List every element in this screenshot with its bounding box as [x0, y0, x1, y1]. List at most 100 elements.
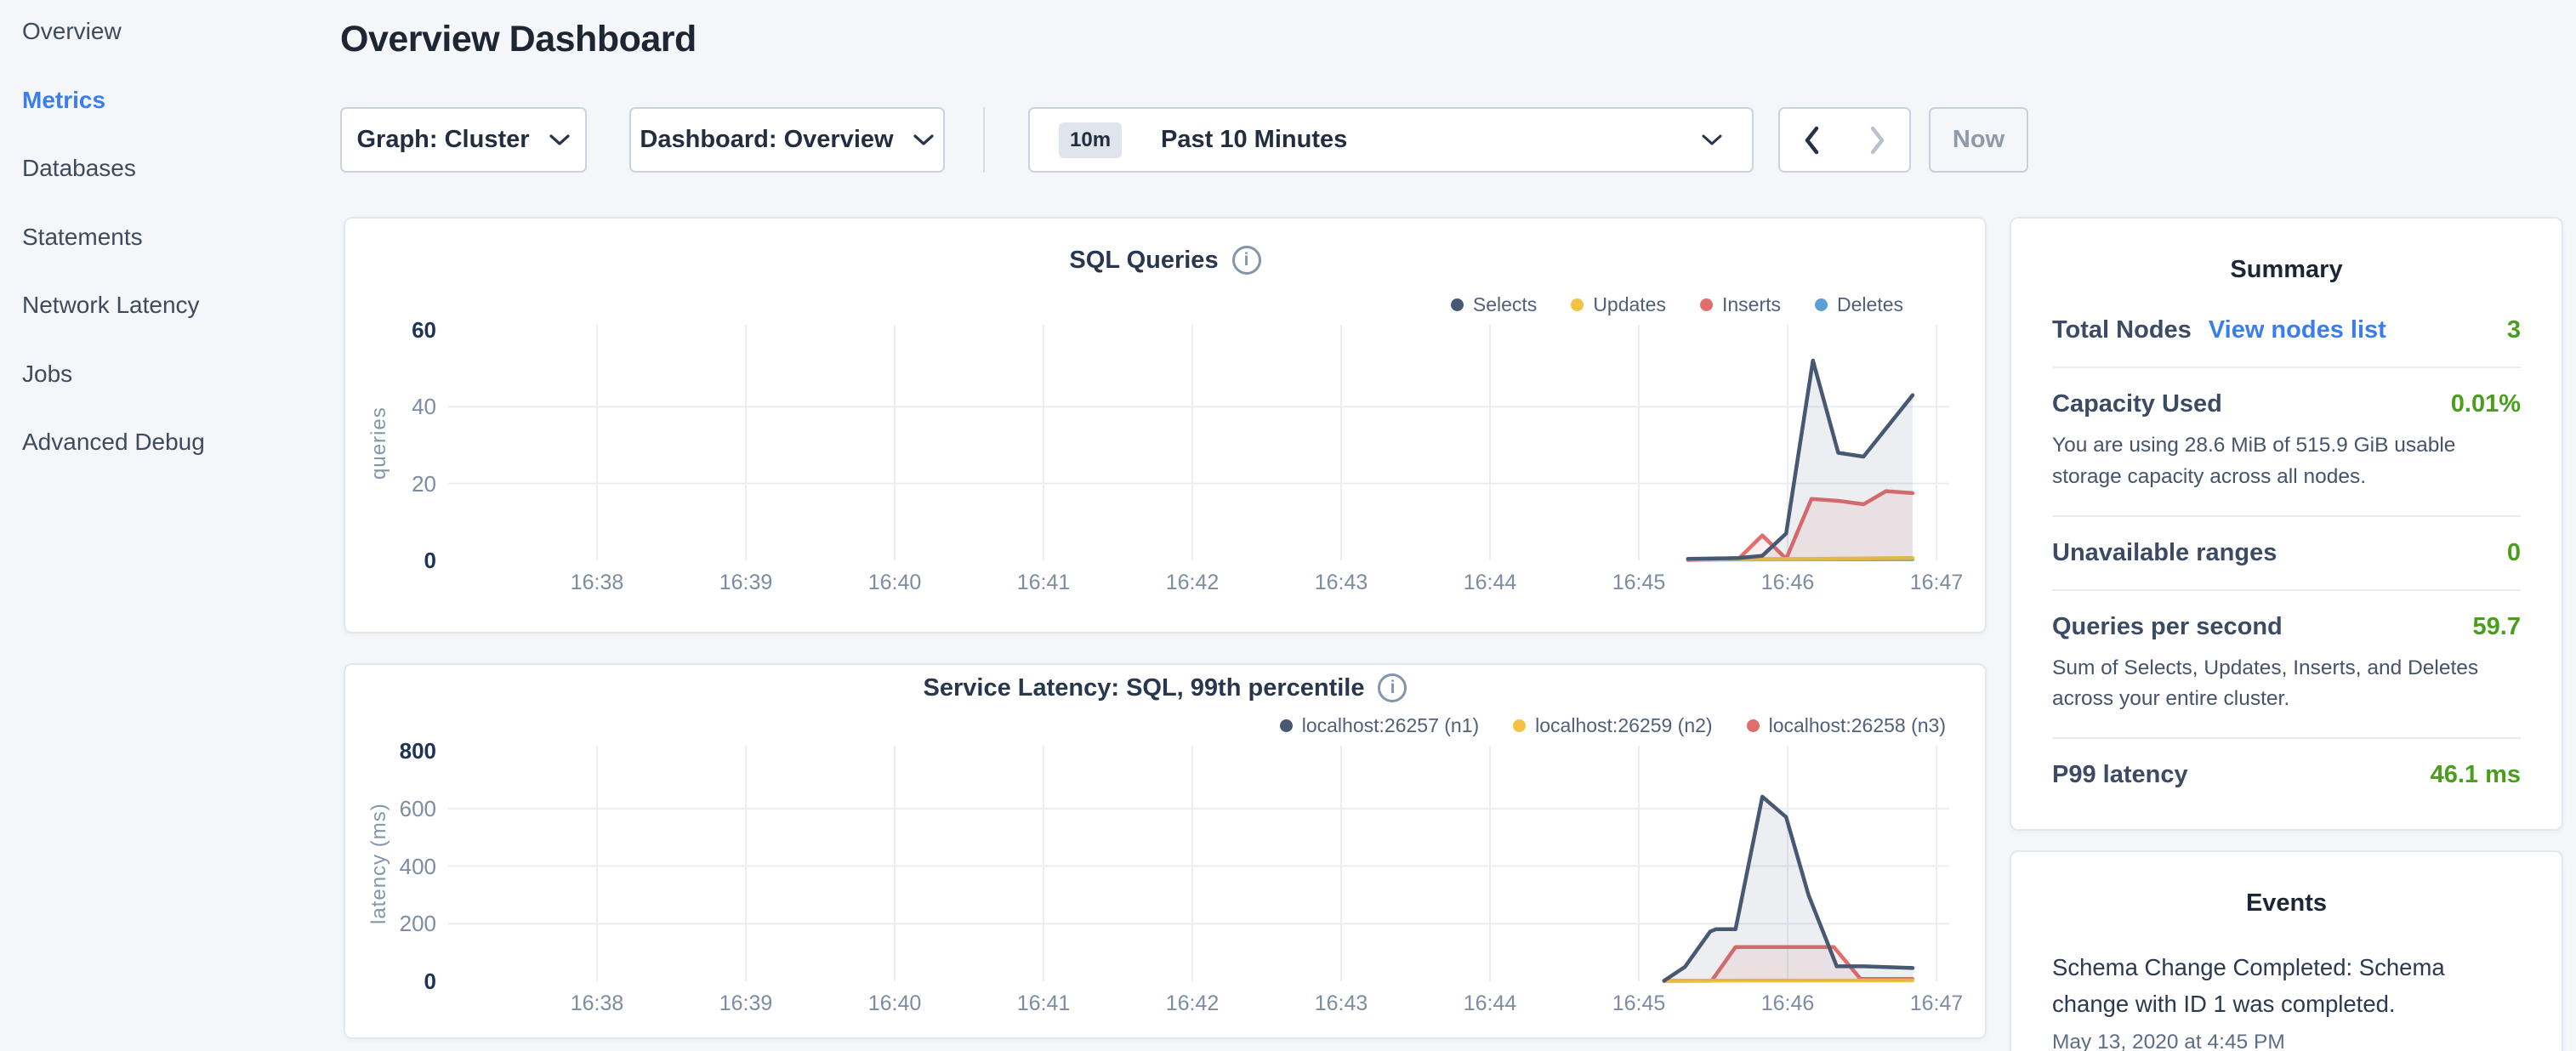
service-latency-plot [448, 746, 1949, 988]
summary-row-label: Total Nodes [2052, 316, 2192, 344]
legend-dot-icon [1280, 719, 1293, 732]
legend-dot-icon [1571, 298, 1584, 311]
x-tick-label: 16:42 [1141, 991, 1243, 1016]
y-tick-label: 20 [345, 469, 436, 499]
legend-item[interactable]: Updates [1571, 293, 1666, 316]
time-range-label: Past 10 Minutes [1161, 126, 1347, 154]
chart-title: Service Latency: SQL, 99th percentile [924, 674, 1365, 702]
event-timestamp: May 13, 2020 at 4:45 PM [2052, 1031, 2521, 1051]
summary-row-label: P99 latency [2052, 761, 2188, 789]
x-tick-label: 16:47 [1885, 571, 1987, 595]
y-axis-label: queries [367, 341, 391, 545]
db-console: OverviewMetricsDatabasesStatementsNetwor… [0, 0, 2576, 1051]
legend-label: localhost:26257 (n1) [1302, 714, 1479, 737]
legend-label: Inserts [1722, 293, 1781, 316]
x-tick-label: 16:44 [1439, 571, 1541, 595]
graph-selector-label: Graph: Cluster [356, 126, 529, 154]
dashboard-selector-label: Dashboard: Overview [640, 126, 893, 154]
y-tick-label: 0 [345, 966, 436, 997]
time-window-nav [1778, 107, 1911, 173]
info-icon[interactable]: i [1232, 246, 1261, 275]
legend-dot-icon [1451, 298, 1464, 311]
service-latency-chart-card: Service Latency: SQL, 99th percentile i … [344, 663, 1987, 1039]
x-tick-label: 16:40 [844, 991, 946, 1016]
x-tick-label: 16:42 [1141, 571, 1243, 595]
chart-title: SQL Queries [1069, 247, 1218, 275]
legend-item[interactable]: Inserts [1700, 293, 1781, 316]
event-text: Schema Change Completed: Schema change w… [2052, 950, 2521, 1022]
summary-row-value: 3 [2507, 316, 2521, 344]
x-tick-label: 16:47 [1885, 991, 1987, 1016]
page-title: Overview Dashboard [340, 19, 697, 60]
summary-rows: Total Nodes View nodes list 3 Capacity Used… [2052, 316, 2521, 811]
x-tick-label: 16:45 [1588, 571, 1690, 595]
dashboard-selector-dropdown[interactable]: Dashboard: Overview [629, 107, 945, 173]
info-icon[interactable]: i [1378, 673, 1407, 702]
summary-row-label: Capacity Used [2052, 390, 2222, 418]
events-title: Events [2052, 889, 2521, 917]
summary-row: P99 latency 46.1 ms [2052, 737, 2521, 811]
x-tick-label: 16:41 [992, 991, 1095, 1016]
y-tick-label: 600 [345, 793, 436, 824]
chevron-right-icon [1868, 125, 1886, 156]
x-tick-label: 16:38 [546, 571, 648, 595]
sql-queries-plot [448, 325, 1949, 567]
sql-queries-chart-card: SQL Queries i Selects Updates Inserts Delet… [344, 217, 1987, 633]
chart-title-row: SQL Queries i [345, 246, 1985, 275]
y-tick-label: 40 [345, 391, 436, 422]
time-range-dropdown[interactable]: 10m Past 10 Minutes [1028, 107, 1754, 173]
summary-row: Total Nodes View nodes list 3 [2052, 316, 2521, 366]
x-tick-label: 16:39 [695, 571, 797, 595]
y-tick-label: 800 [345, 736, 436, 766]
graph-selector-dropdown[interactable]: Graph: Cluster [340, 107, 587, 173]
x-tick-label: 16:44 [1439, 991, 1541, 1016]
chart-title-row: Service Latency: SQL, 99th percentile i [345, 673, 1985, 702]
time-next-button[interactable] [1845, 109, 1909, 171]
legend-label: Deletes [1837, 293, 1903, 316]
summary-row-label: Queries per second [2052, 613, 2283, 641]
chevron-down-icon [1701, 134, 1723, 146]
summary-row: Capacity Used0.01%You are using 28.6 MiB… [2052, 366, 2521, 515]
legend-item[interactable]: localhost:26258 (n3) [1747, 714, 1946, 737]
view-nodes-list-link[interactable]: View nodes list [2209, 316, 2386, 344]
y-tick-label: 400 [345, 851, 436, 882]
x-tick-label: 16:40 [844, 571, 946, 595]
legend-item[interactable]: Deletes [1815, 293, 1903, 316]
y-tick-label: 60 [345, 315, 436, 345]
x-tick-label: 16:43 [1290, 571, 1392, 595]
chevron-down-icon [549, 134, 571, 146]
x-tick-label: 16:46 [1737, 991, 1839, 1016]
summary-row-description: Sum of Selects, Updates, Inserts, and De… [2052, 653, 2521, 716]
summary-row-description: You are using 28.6 MiB of 515.9 GiB usab… [2052, 430, 2521, 493]
legend-item[interactable]: localhost:26259 (n2) [1513, 714, 1712, 737]
x-tick-label: 16:39 [695, 991, 797, 1016]
chart-legend: Selects Updates Inserts Deletes [1451, 293, 1903, 316]
legend-item[interactable]: Selects [1451, 293, 1537, 316]
x-tick-label: 16:38 [546, 991, 648, 1016]
chart-legend: localhost:26257 (n1) localhost:26259 (n2)… [1280, 714, 1946, 737]
events-panel: Events Schema Change Completed: Schema c… [2010, 850, 2563, 1051]
summary-row: Queries per second 59.7 Sum of Selects, Up… [2052, 589, 2521, 738]
chevron-left-icon [1803, 125, 1822, 156]
now-button[interactable]: Now [1929, 107, 2028, 173]
legend-dot-icon [1513, 719, 1526, 732]
event-item[interactable]: Schema Change Completed: Schema change w… [2052, 950, 2521, 1051]
legend-dot-icon [1700, 298, 1713, 311]
y-tick-label: 200 [345, 908, 436, 939]
legend-label: Updates [1593, 293, 1666, 316]
chevron-down-icon [913, 134, 935, 146]
x-tick-label: 16:41 [992, 571, 1095, 595]
legend-item[interactable]: localhost:26257 (n1) [1280, 714, 1479, 737]
y-tick-label: 0 [345, 545, 436, 576]
summary-panel: Summary Total NodesView nodes list3Capac… [2010, 217, 2563, 831]
time-prev-button[interactable] [1780, 109, 1845, 171]
events-list: Schema Change Completed: Schema change w… [2052, 950, 2521, 1051]
x-tick-label: 16:46 [1737, 571, 1839, 595]
legend-dot-icon [1747, 719, 1760, 732]
summary-row-value: 59.7 [2473, 613, 2521, 641]
summary-row-value: 46.1 ms [2431, 761, 2521, 789]
x-tick-label: 16:43 [1290, 991, 1392, 1016]
series-area-selects [1688, 361, 1913, 560]
summary-row-label: Unavailable ranges [2052, 539, 2277, 567]
legend-dot-icon [1815, 298, 1828, 311]
